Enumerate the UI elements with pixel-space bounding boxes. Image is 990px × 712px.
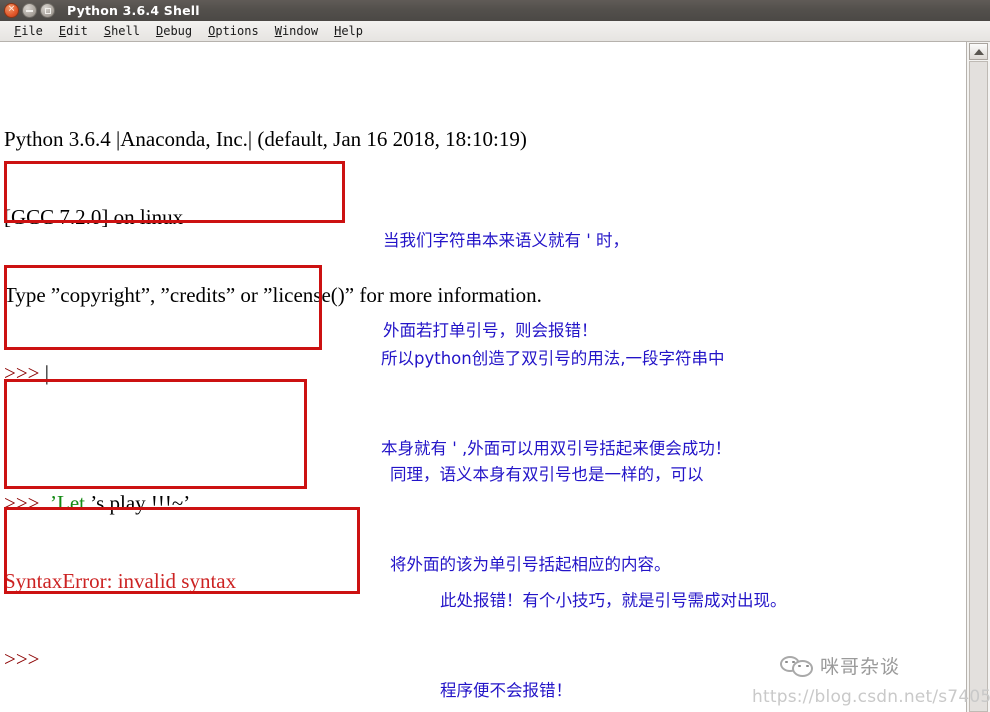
minimize-button[interactable]	[22, 3, 37, 18]
menu-label: hell	[111, 24, 140, 38]
menu-label: ptions	[215, 24, 259, 38]
syntax-error-text: SyntaxError: invalid syntax	[4, 569, 237, 593]
maximize-icon	[44, 7, 51, 14]
menu-label: ebug	[163, 24, 193, 38]
wechat-account-name: 咪哥杂谈	[820, 656, 901, 678]
window-titlebar: ✕ Python 3.6.4 Shell	[0, 0, 990, 21]
text-cursor: |	[39, 361, 49, 385]
menu-item-window[interactable]: Window	[267, 24, 326, 38]
wechat-bubble-small	[792, 659, 813, 677]
shell-text-area[interactable]: Python 3.6.4 |Anaconda, Inc.| (default, …	[0, 42, 966, 712]
python-shell-window: ✕ Python 3.6.4 Shell File Edit Shell Deb…	[0, 0, 990, 712]
input-string-black: ’s play !!!~’	[90, 491, 191, 515]
close-button[interactable]: ✕	[4, 3, 19, 18]
annotation-line: 此处报错！有个小技巧，就是引号需成对出现。	[440, 591, 787, 610]
menubar: File Edit Shell Debug Options Window Hel…	[0, 21, 990, 42]
menu-item-file[interactable]: File	[6, 24, 51, 38]
input-string-green: ’Let	[50, 491, 91, 515]
banner-line: Python 3.6.4 |Anaconda, Inc.| (default, …	[4, 127, 527, 151]
wechat-dot	[798, 664, 801, 667]
annotation-4: 此处报错！有个小技巧，就是引号需成对出现。 程序便不会报错！	[440, 526, 787, 712]
wechat-dot	[806, 664, 809, 667]
wechat-dot	[792, 660, 795, 663]
menu-item-shell[interactable]: Shell	[96, 24, 148, 38]
annotation-line: 所以python创造了双引号的用法,一段字符串中	[381, 349, 725, 368]
menu-item-help[interactable]: Help	[326, 24, 371, 38]
wechat-icon	[780, 654, 814, 678]
scroll-up-button[interactable]	[969, 43, 988, 60]
menu-label: dit	[66, 24, 88, 38]
blog-url-watermark: https://blog.csdn.net/s740556472	[752, 687, 990, 707]
window-title: Python 3.6.4 Shell	[67, 3, 200, 18]
menu-item-debug[interactable]: Debug	[148, 24, 200, 38]
annotation-line: 当我们字符串本来语义就有 ' 时，	[383, 231, 630, 250]
menu-item-edit[interactable]: Edit	[51, 24, 96, 38]
menu-item-options[interactable]: Options	[200, 24, 267, 38]
vertical-scrollbar[interactable]	[966, 42, 990, 712]
prompt-marker: >>>	[4, 647, 40, 671]
annotation-line: 同理，语义本身有双引号也是一样的，可以	[390, 465, 704, 484]
maximize-button[interactable]	[40, 3, 55, 18]
menu-label: indow	[281, 24, 319, 38]
prompt-marker: >>>	[4, 361, 40, 385]
input-string-green	[40, 491, 51, 515]
wechat-watermark: 咪哥杂谈	[780, 652, 900, 679]
menu-label: ile	[21, 24, 43, 38]
chevron-up-icon	[973, 48, 984, 55]
wechat-dot	[785, 660, 788, 663]
menu-mnemonic: W	[274, 24, 282, 38]
prompt-marker: >>>	[4, 491, 40, 515]
minimize-icon	[26, 9, 33, 12]
menu-mnemonic: S	[103, 24, 112, 38]
menu-label: elp	[341, 24, 363, 38]
close-icon: ✕	[7, 4, 16, 15]
window-controls: ✕	[4, 3, 55, 18]
annotation-line: 程序便不会报错！	[440, 681, 572, 700]
scrollbar-track[interactable]	[969, 61, 988, 712]
